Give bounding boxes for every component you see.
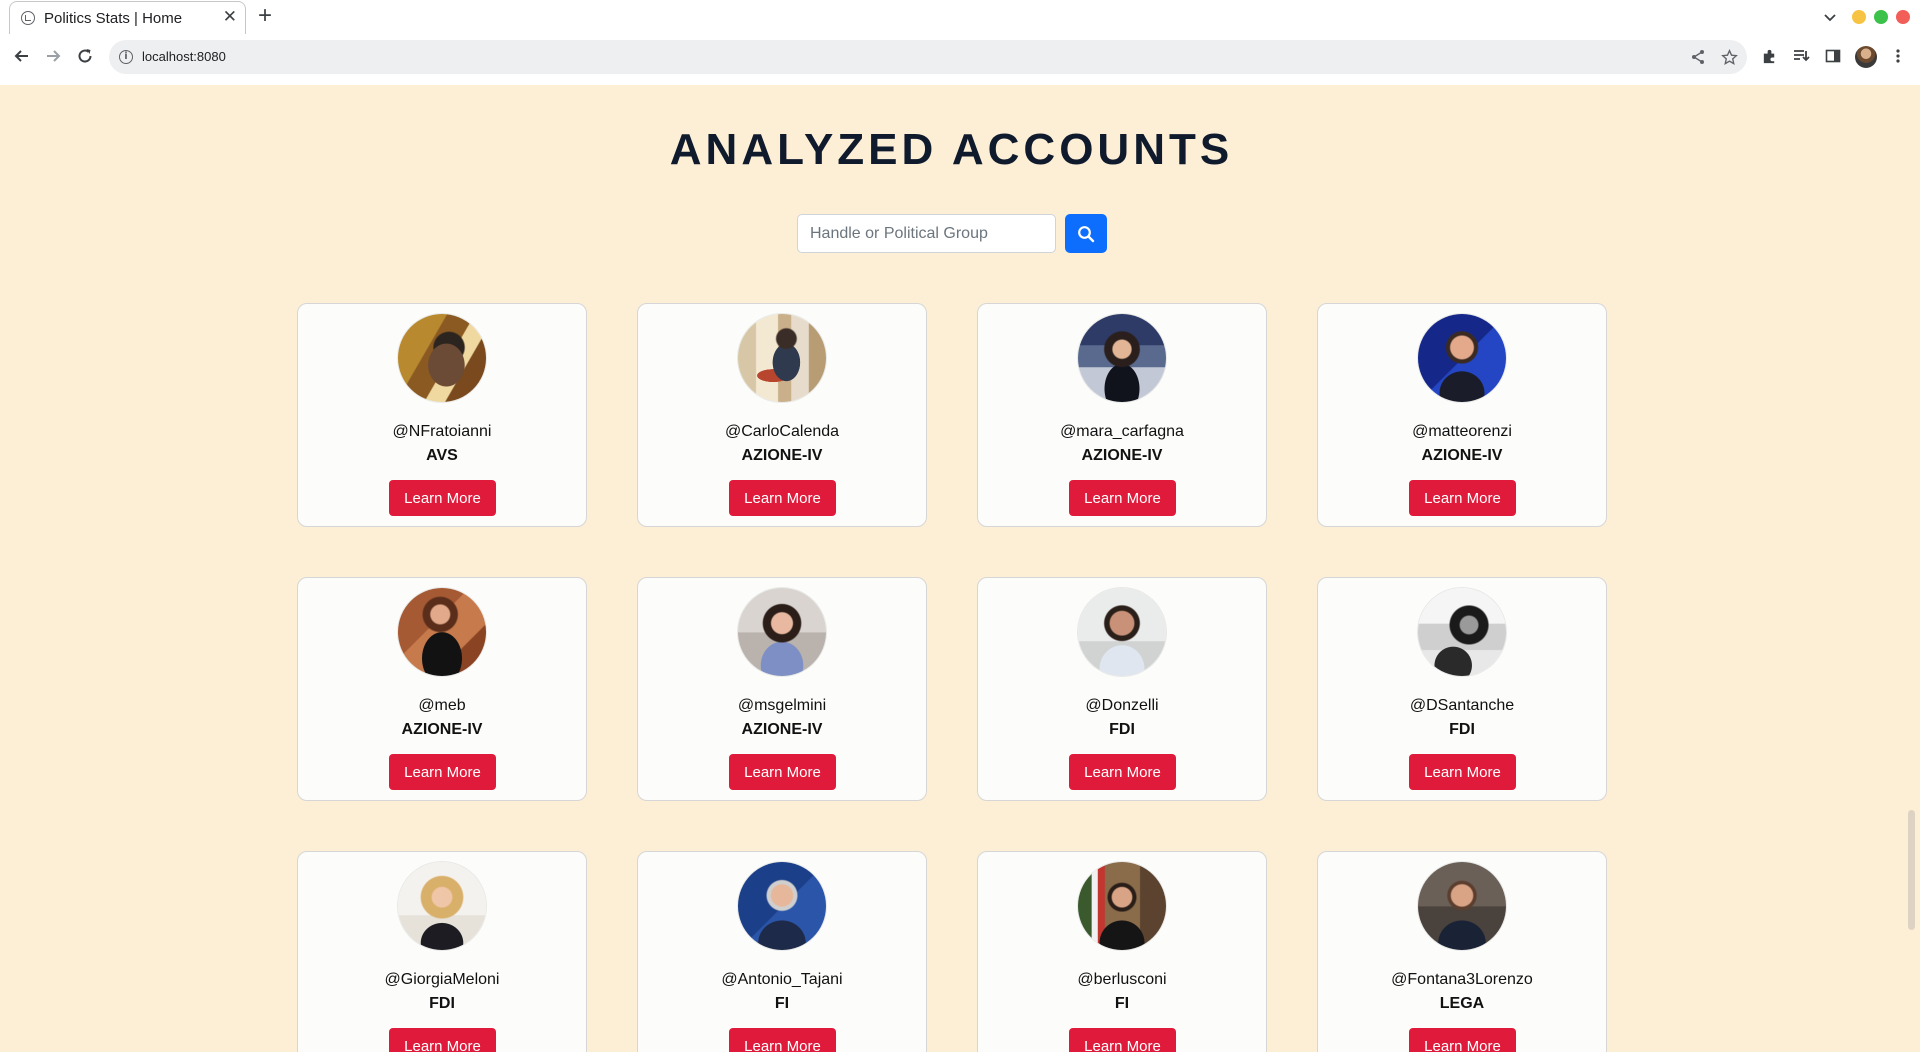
window-close-button[interactable] (1896, 10, 1910, 24)
search-icon (1077, 225, 1095, 243)
menu-icon[interactable] (1888, 46, 1908, 66)
avatar-image (1078, 314, 1166, 402)
avatar-image (1418, 314, 1506, 402)
account-handle: @berlusconi (1077, 971, 1167, 988)
account-handle: @matteorenzi (1412, 423, 1512, 440)
site-info-icon[interactable]: i (119, 50, 133, 64)
share-icon[interactable] (1689, 48, 1707, 66)
learn-more-button[interactable]: Learn More (729, 480, 836, 516)
account-card: @CarloCalenda AZIONE-IV Learn More (637, 303, 927, 527)
account-card: @mara_carfagna AZIONE-IV Learn More (977, 303, 1267, 527)
scrollbar-thumb[interactable] (1908, 810, 1915, 930)
learn-more-button[interactable]: Learn More (1069, 480, 1176, 516)
reload-icon[interactable] (75, 46, 95, 66)
star-icon[interactable] (1720, 48, 1738, 66)
tab-politics-stats[interactable]: Politics Stats | Home ✕ (9, 1, 246, 34)
tab-close-icon[interactable]: ✕ (223, 7, 237, 27)
learn-more-button[interactable]: Learn More (1409, 1028, 1516, 1052)
political-group: FI (774, 995, 790, 1012)
account-handle: @Fontana3Lorenzo (1391, 971, 1533, 988)
learn-more-button[interactable]: Learn More (1409, 754, 1516, 790)
avatar-image (738, 588, 826, 676)
learn-more-button[interactable]: Learn More (729, 754, 836, 790)
search-button[interactable] (1065, 214, 1107, 253)
account-card: @Donzelli FDI Learn More (977, 577, 1267, 801)
political-group: FDI (1109, 721, 1135, 738)
account-handle: @meb (418, 697, 466, 714)
avatar-image (1418, 588, 1506, 676)
avatar-image (398, 314, 486, 402)
account-card: @berlusconi FI Learn More (977, 851, 1267, 1052)
tab-strip: Politics Stats | Home ✕ + (0, 0, 1920, 34)
learn-more-button[interactable]: Learn More (1409, 480, 1516, 516)
political-group: AZIONE-IV (741, 447, 823, 464)
account-handle: @Antonio_Tajani (721, 971, 843, 988)
account-handle: @NFratoianni (392, 423, 492, 440)
window-maximize-button[interactable] (1874, 10, 1888, 24)
avatar-image (1078, 588, 1166, 676)
forward-icon[interactable] (43, 46, 63, 66)
window-minimize-button[interactable] (1852, 10, 1866, 24)
learn-more-button[interactable]: Learn More (1069, 754, 1176, 790)
page-scrollbar[interactable] (1903, 85, 1920, 1052)
account-handle: @DSantanche (1409, 697, 1515, 714)
page-title: ANALYZED ACCOUNTS (669, 125, 1234, 174)
account-card: @meb AZIONE-IV Learn More (297, 577, 587, 801)
political-group: FDI (429, 995, 455, 1012)
avatar-image (1078, 862, 1166, 950)
learn-more-button[interactable]: Learn More (389, 754, 496, 790)
political-group: AZIONE-IV (1421, 447, 1503, 464)
avatar-image (738, 862, 826, 950)
political-group: AZIONE-IV (1081, 447, 1163, 464)
learn-more-button[interactable]: Learn More (389, 1028, 496, 1052)
account-card: @msgelmini AZIONE-IV Learn More (637, 577, 927, 801)
account-handle: @Donzelli (1085, 697, 1159, 714)
account-card: @Antonio_Tajani FI Learn More (637, 851, 927, 1052)
address-bar[interactable]: i localhost:8080 (109, 40, 1747, 74)
avatar-image (1418, 862, 1506, 950)
account-card: @Fontana3Lorenzo LEGA Learn More (1317, 851, 1607, 1052)
page-content: ANALYZED ACCOUNTS @NFratoianni AVS Learn… (0, 85, 1903, 1052)
new-tab-button[interactable]: + (258, 3, 272, 29)
account-card: @DSantanche FDI Learn More (1317, 577, 1607, 801)
url-text[interactable]: localhost:8080 (142, 49, 226, 64)
analytics-favicon-icon (21, 11, 35, 25)
political-group: AZIONE-IV (401, 721, 483, 738)
avatar-image (398, 588, 486, 676)
account-handle: @GiorgiaMeloni (384, 971, 500, 988)
political-group: LEGA (1439, 995, 1485, 1012)
political-group: FI (1114, 995, 1130, 1012)
learn-more-button[interactable]: Learn More (1069, 1028, 1176, 1052)
avatar-image (738, 314, 826, 402)
account-handle: @mara_carfagna (1060, 423, 1184, 440)
avatar-image (398, 862, 486, 950)
tab-search-chevron-icon[interactable] (1822, 9, 1838, 25)
political-group: AVS (426, 447, 458, 464)
learn-more-button[interactable]: Learn More (389, 480, 496, 516)
political-group: AZIONE-IV (741, 721, 823, 738)
account-card: @GiorgiaMeloni FDI Learn More (297, 851, 587, 1052)
reading-list-icon[interactable] (1791, 46, 1811, 66)
learn-more-button[interactable]: Learn More (729, 1028, 836, 1052)
browser-toolbar: i localhost:8080 (0, 34, 1920, 85)
account-card: @matteorenzi AZIONE-IV Learn More (1317, 303, 1607, 527)
account-card: @NFratoianni AVS Learn More (297, 303, 587, 527)
tab-title: Politics Stats | Home (44, 10, 183, 27)
search-input[interactable] (797, 214, 1056, 253)
browser-chrome: Politics Stats | Home ✕ + i localhost:80… (0, 0, 1920, 86)
extensions-icon[interactable] (1759, 46, 1779, 66)
account-handle: @msgelmini (737, 697, 827, 714)
side-panel-icon[interactable] (1823, 46, 1843, 66)
profile-avatar[interactable] (1855, 46, 1877, 68)
political-group: FDI (1449, 721, 1475, 738)
back-icon[interactable] (12, 46, 32, 66)
account-handle: @CarloCalenda (724, 423, 840, 440)
